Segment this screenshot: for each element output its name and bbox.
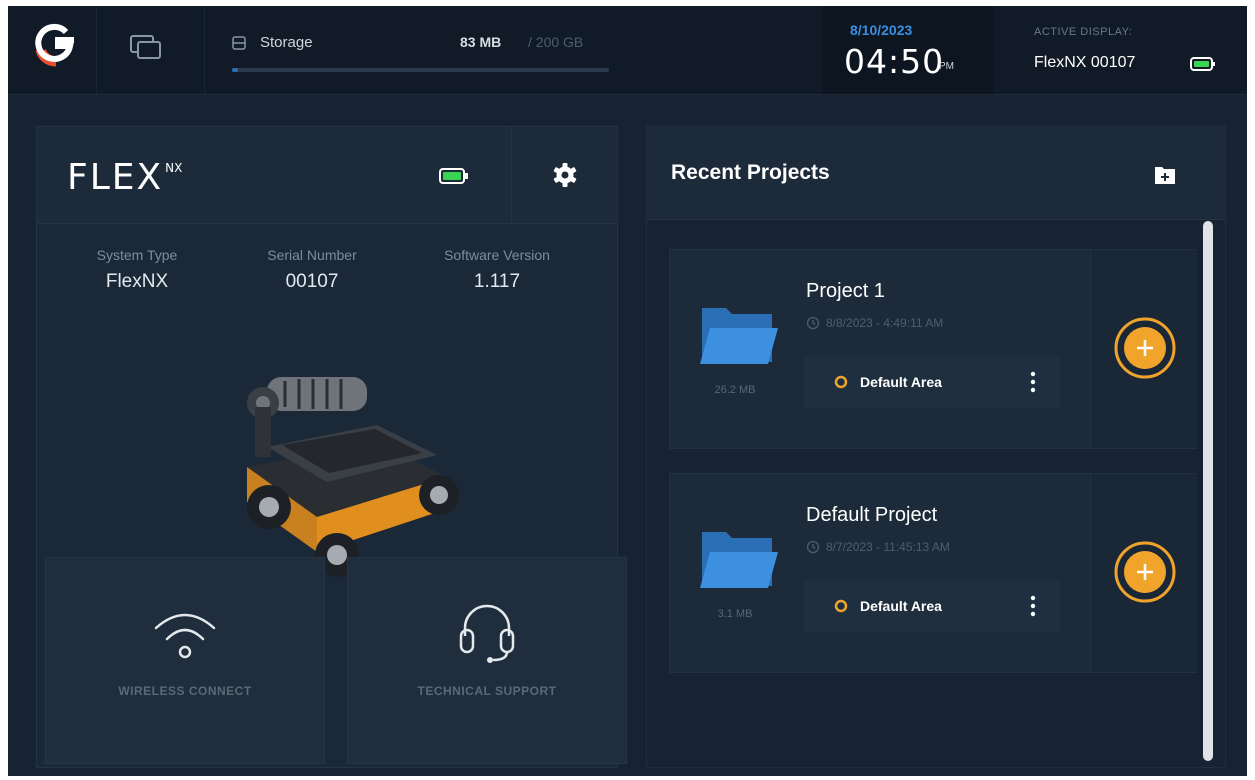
storage-icon bbox=[232, 36, 246, 50]
tile-label: TECHNICAL SUPPORT bbox=[417, 684, 557, 698]
area-button[interactable]: Default Area bbox=[804, 356, 1060, 408]
active-display-value[interactable]: FlexNX 00107 bbox=[1034, 54, 1135, 72]
area-icon bbox=[834, 375, 848, 389]
settings-button[interactable] bbox=[511, 127, 618, 223]
top-bar: Storage 83 MB / 200 GB 8/10/2023 04:50 P… bbox=[8, 6, 1247, 95]
info-label: Software Version bbox=[444, 247, 550, 263]
info-label: Serial Number bbox=[267, 247, 357, 263]
divider bbox=[204, 6, 205, 94]
more-icon[interactable] bbox=[1030, 594, 1036, 618]
divider bbox=[96, 6, 97, 94]
info-system-type: System Type FlexNX bbox=[57, 247, 217, 293]
project-name: Default Project bbox=[806, 504, 938, 526]
storage-label: Storage bbox=[260, 34, 313, 51]
gear-icon bbox=[553, 163, 577, 187]
folder-icon bbox=[700, 308, 778, 364]
area-icon bbox=[834, 599, 848, 613]
info-value: FlexNX bbox=[105, 271, 169, 292]
battery-icon bbox=[1190, 57, 1215, 71]
info-value: 00107 bbox=[285, 271, 339, 292]
card-add-column bbox=[1090, 250, 1197, 448]
storage-progress-bar bbox=[232, 68, 609, 72]
wireless-connect-tile[interactable]: WIRELESS CONNECT bbox=[45, 557, 325, 764]
recent-projects-panel: Recent Projects 26.2 MB Project 1 8/8/20… bbox=[646, 126, 1226, 768]
brand-suffix: NX bbox=[165, 161, 183, 175]
current-time: 04:50 bbox=[844, 42, 945, 81]
project-card[interactable]: 3.1 MB Default Project 8/7/2023 - 11:45:… bbox=[669, 473, 1197, 673]
app-window: Storage 83 MB / 200 GB 8/10/2023 04:50 P… bbox=[8, 6, 1247, 776]
card-add-column bbox=[1090, 474, 1197, 672]
folder-icon bbox=[700, 532, 778, 588]
recent-projects-title: Recent Projects bbox=[671, 161, 830, 184]
recent-projects-header: Recent Projects bbox=[647, 127, 1225, 220]
device-panel: FLEX NX System Type FlexNX Serial Number… bbox=[36, 126, 627, 768]
area-label: Default Area bbox=[860, 598, 942, 614]
info-software-version: Software Version 1.117 bbox=[417, 247, 577, 293]
brand-text: FLEX bbox=[67, 157, 164, 198]
area-label: Default Area bbox=[860, 374, 942, 390]
active-display-label: ACTIVE DISPLAY: bbox=[1034, 26, 1133, 38]
project-date: 8/7/2023 - 11:45:13 AM bbox=[826, 540, 950, 554]
more-icon[interactable] bbox=[1030, 370, 1036, 394]
technical-support-tile[interactable]: TECHNICAL SUPPORT bbox=[347, 557, 627, 764]
wifi-icon bbox=[154, 613, 216, 659]
datetime-panel: 8/10/2023 04:50 PM bbox=[822, 6, 994, 94]
add-icon[interactable] bbox=[1113, 540, 1177, 604]
project-size: 3.1 MB bbox=[717, 608, 753, 620]
tile-label: WIRELESS CONNECT bbox=[118, 684, 252, 698]
info-label: System Type bbox=[96, 247, 178, 263]
headset-icon bbox=[459, 604, 515, 663]
project-size: 26.2 MB bbox=[714, 384, 756, 396]
battery-icon bbox=[439, 168, 468, 184]
storage-progress-fill bbox=[232, 68, 238, 72]
new-folder-icon[interactable] bbox=[1147, 157, 1183, 193]
area-button[interactable]: Default Area bbox=[804, 580, 1060, 632]
clock-icon bbox=[806, 540, 820, 554]
storage-total: / 200 GB bbox=[528, 34, 584, 50]
displays-icon[interactable] bbox=[128, 32, 164, 62]
device-brand: FLEX NX bbox=[67, 157, 182, 198]
device-header: FLEX NX bbox=[37, 127, 617, 224]
logo-icon[interactable] bbox=[30, 20, 78, 68]
info-serial-number: Serial Number 00107 bbox=[232, 247, 392, 293]
time-ampm: PM bbox=[939, 61, 954, 72]
storage-used: 83 MB bbox=[460, 34, 502, 50]
scrollbar[interactable] bbox=[1203, 221, 1213, 761]
device-image bbox=[247, 377, 459, 577]
project-name: Project 1 bbox=[806, 280, 885, 302]
info-value: 1.117 bbox=[473, 271, 521, 292]
project-card[interactable]: 26.2 MB Project 1 8/8/2023 - 4:49:11 AM … bbox=[669, 249, 1197, 449]
clock-icon bbox=[806, 316, 820, 330]
current-date: 8/10/2023 bbox=[850, 22, 913, 38]
project-date: 8/8/2023 - 4:49:11 AM bbox=[826, 316, 944, 330]
add-icon[interactable] bbox=[1113, 316, 1177, 380]
